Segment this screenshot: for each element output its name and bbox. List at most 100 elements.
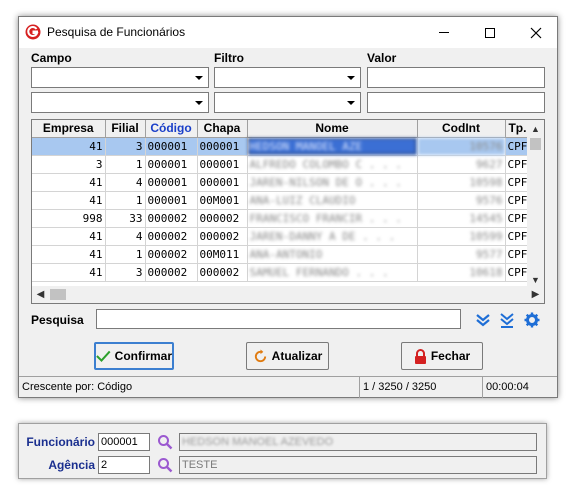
funcionario-name-field: HEDSON MANOEL AZEVEDO bbox=[179, 433, 537, 451]
close-button[interactable]: Fechar bbox=[401, 342, 483, 370]
cell-codigo: 000002 bbox=[145, 209, 198, 228]
refresh-icon bbox=[254, 348, 266, 362]
cell-codint: 14545 bbox=[417, 209, 506, 228]
dropdown-arrow-icon[interactable] bbox=[191, 69, 207, 86]
gear-icon bbox=[524, 312, 540, 328]
expand-down-button[interactable] bbox=[474, 312, 492, 328]
pesquisa-label: Pesquisa bbox=[31, 313, 84, 327]
cell-filial: 4 bbox=[105, 227, 146, 246]
cell-filial: 1 bbox=[105, 245, 146, 264]
scroll-right-icon[interactable]: ▶ bbox=[527, 286, 544, 303]
status-sort: Crescente por: Código bbox=[22, 381, 133, 393]
filtro-label: Filtro bbox=[214, 51, 244, 65]
window-title: Pesquisa de Funcionários bbox=[47, 25, 186, 39]
cell-codint: 10618 bbox=[417, 263, 506, 282]
cell-chapa: 000002 bbox=[197, 209, 248, 228]
employees-grid[interactable]: Empresa Filial Código Chapa Nome CodInt … bbox=[31, 119, 545, 304]
cell-codint: 10576 bbox=[417, 137, 506, 156]
agencia-label: Agência bbox=[48, 458, 95, 472]
cell-nome: JAREN-NILSON DE O . . . bbox=[247, 173, 418, 192]
cell-chapa: 000001 bbox=[197, 173, 248, 192]
agencia-name-field: TESTE bbox=[179, 456, 537, 474]
cell-nome: JAREN-DANNY A DE . . . bbox=[247, 227, 418, 246]
horizontal-scroll-thumb[interactable] bbox=[50, 289, 66, 300]
table-row[interactable]: 41 3 000002 000002 SAMUEL FERNANDO . . .… bbox=[32, 263, 531, 282]
go-to-last-button[interactable] bbox=[498, 312, 516, 328]
cell-codint: 9627 bbox=[417, 155, 506, 174]
cell-codint: 10598 bbox=[417, 173, 506, 192]
cell-empresa: 41 bbox=[32, 173, 106, 192]
cell-filial: 3 bbox=[105, 263, 146, 282]
chevron-to-bottom-icon bbox=[500, 313, 514, 328]
table-row[interactable]: 41 4 000002 000002 JAREN-DANNY A DE . . … bbox=[32, 227, 531, 246]
dropdown-arrow-icon[interactable] bbox=[343, 94, 359, 111]
minimize-button[interactable] bbox=[421, 17, 467, 48]
table-row[interactable]: 41 1 000001 00M001 ANA-LUIZ CLAUDIO 9576… bbox=[32, 191, 531, 210]
status-elapsed-time: 00:00:04 bbox=[486, 381, 529, 393]
dropdown-arrow-icon[interactable] bbox=[343, 69, 359, 86]
title-bar[interactable]: Pesquisa de Funcionários bbox=[19, 17, 557, 48]
column-header-codint[interactable]: CodInt bbox=[417, 120, 506, 138]
cell-filial: 1 bbox=[105, 155, 146, 174]
cell-empresa: 3 bbox=[32, 155, 106, 174]
cell-codigo: 000001 bbox=[145, 191, 198, 210]
table-row[interactable]: 41 1 000002 00M011 ANA-ANTONIO 9577 CPF bbox=[32, 245, 531, 264]
column-header-nome[interactable]: Nome bbox=[247, 120, 418, 138]
horizontal-scrollbar[interactable]: ◀ ▶ bbox=[32, 286, 544, 303]
magnifier-icon[interactable] bbox=[157, 457, 173, 473]
cell-chapa: 00M011 bbox=[197, 245, 248, 264]
funcionario-code-input[interactable]: 000001 bbox=[98, 433, 150, 451]
close-window-button[interactable] bbox=[513, 17, 559, 48]
cell-empresa: 41 bbox=[32, 191, 106, 210]
cell-empresa: 41 bbox=[32, 263, 106, 282]
vertical-scroll-thumb[interactable] bbox=[530, 138, 541, 150]
cell-filial: 33 bbox=[105, 209, 146, 228]
scroll-left-icon[interactable]: ◀ bbox=[32, 286, 49, 303]
maximize-button[interactable] bbox=[467, 17, 513, 48]
search-dialog-window: Pesquisa de Funcionários Campo Filtro Va… bbox=[18, 16, 558, 398]
agencia-code-input[interactable]: 2 bbox=[98, 456, 150, 474]
column-header-codigo[interactable]: Código bbox=[145, 120, 198, 138]
valor-input-2[interactable] bbox=[367, 92, 545, 113]
dropdown-arrow-icon[interactable] bbox=[191, 94, 207, 111]
cell-nome: HEDSON MANOEL AZE bbox=[247, 137, 418, 156]
table-row[interactable]: 3 1 000001 000001 ALFREDO COLOMBO C . . … bbox=[32, 155, 531, 174]
table-row[interactable]: 41 4 000001 000001 JAREN-NILSON DE O . .… bbox=[32, 173, 531, 192]
vertical-scrollbar[interactable]: ▲ ▼ bbox=[527, 120, 544, 288]
cell-empresa: 41 bbox=[32, 227, 106, 246]
cell-codint: 10599 bbox=[417, 227, 506, 246]
column-header-empresa[interactable]: Empresa bbox=[32, 120, 106, 138]
cell-codigo: 000001 bbox=[145, 173, 198, 192]
employee-lookup-panel: Funcionário 000001 HEDSON MANOEL AZEVEDO… bbox=[18, 423, 547, 479]
settings-button[interactable] bbox=[523, 312, 541, 328]
status-bar: Crescente por: Código 1 / 3250 / 3250 00… bbox=[19, 376, 557, 398]
campo-label: Campo bbox=[31, 51, 72, 65]
filtro-select-1[interactable] bbox=[214, 67, 361, 88]
valor-label: Valor bbox=[367, 51, 397, 65]
table-row[interactable]: 998 33 000002 000002 FRANCISCO FRANCIR .… bbox=[32, 209, 531, 228]
refresh-button[interactable]: Atualizar bbox=[246, 342, 329, 370]
column-header-chapa[interactable]: Chapa bbox=[197, 120, 248, 138]
table-row[interactable]: 41 3 000001 000001 HEDSON MANOEL AZE 105… bbox=[32, 137, 531, 156]
scroll-up-icon[interactable]: ▲ bbox=[527, 120, 544, 137]
cell-codigo: 000001 bbox=[145, 137, 198, 156]
campo-select-2[interactable] bbox=[31, 92, 209, 113]
cell-chapa: 000001 bbox=[197, 155, 248, 174]
magnifier-icon[interactable] bbox=[157, 434, 173, 450]
status-record-count: 1 / 3250 / 3250 bbox=[363, 381, 437, 393]
campo-select-1[interactable] bbox=[31, 67, 209, 88]
cell-codigo: 000001 bbox=[145, 155, 198, 174]
cell-chapa: 00M001 bbox=[197, 191, 248, 210]
pesquisa-input[interactable] bbox=[96, 309, 461, 329]
column-header-filial[interactable]: Filial bbox=[105, 120, 146, 138]
refresh-button-label: Atualizar bbox=[271, 349, 323, 363]
cell-chapa: 000002 bbox=[197, 263, 248, 282]
filtro-select-2[interactable] bbox=[214, 92, 361, 113]
valor-input-1[interactable] bbox=[367, 67, 545, 88]
cell-filial: 3 bbox=[105, 137, 146, 156]
lock-icon bbox=[414, 348, 426, 364]
cell-filial: 1 bbox=[105, 191, 146, 210]
confirm-button[interactable]: Confirmar bbox=[94, 342, 174, 370]
cell-codigo: 000002 bbox=[145, 227, 198, 246]
cell-codint: 9577 bbox=[417, 245, 506, 264]
